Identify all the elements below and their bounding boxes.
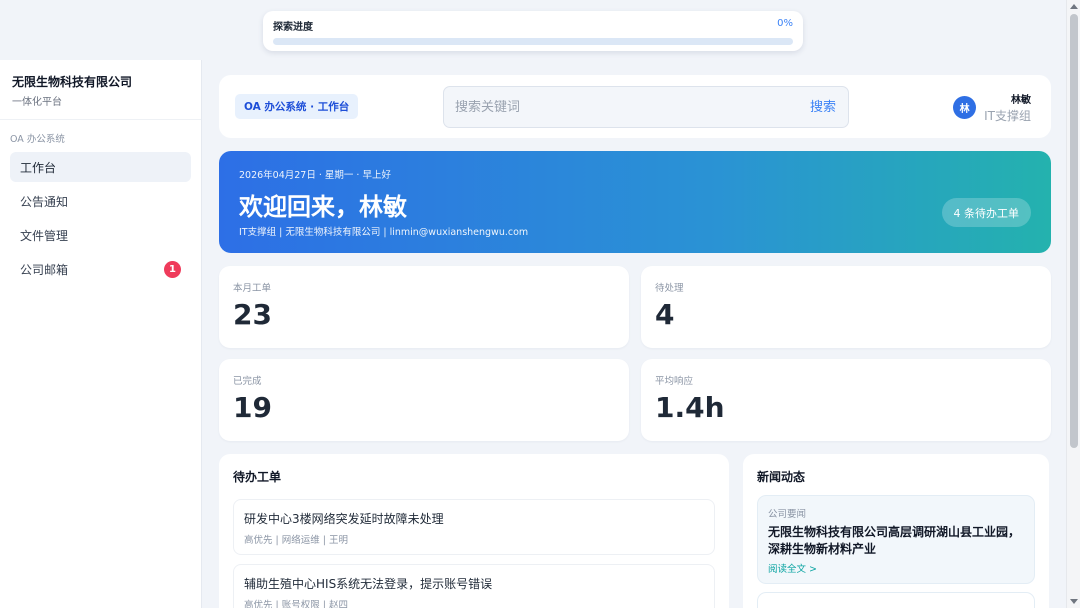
top-header: OA 办公系统 · 工作台 搜索 林 林敏 IT支撑组 xyxy=(219,75,1051,138)
stat-card-completed: 已完成 19 xyxy=(219,359,629,441)
todo-item-title: 研发中心3楼网络突发延时故障未处理 xyxy=(244,512,444,526)
stat-value: 19 xyxy=(233,391,272,424)
read-more-link[interactable]: 阅读全文 > xyxy=(768,561,1024,575)
stat-card-monthly-tickets: 本月工单 23 xyxy=(219,266,629,348)
panel-title: 新闻动态 xyxy=(757,470,806,484)
news-item[interactable] xyxy=(757,592,1035,608)
search-bar: 搜索 xyxy=(443,86,849,128)
todo-item-meta: 高优先 | 账号权限 | 赵四 xyxy=(244,600,348,608)
sidebar-nav: 工作台 公告通知 文件管理 公司邮箱 1 xyxy=(0,152,201,284)
main-content: OA 办公系统 · 工作台 搜索 林 林敏 IT支撑组 2026年04月27日 … xyxy=(219,75,1051,608)
sidebar-item-files[interactable]: 文件管理 xyxy=(10,220,191,250)
sidebar-item-label: 公告通知 xyxy=(20,194,69,209)
news-item[interactable]: 公司要闻 无限生物科技有限公司高层调研湖山县工业园，深耕生物新材料产业 阅读全文… xyxy=(757,495,1035,584)
stat-card-pending: 待处理 4 xyxy=(641,266,1051,348)
todo-item-title: 辅助生殖中心HIS系统无法登录，提示账号错误 xyxy=(244,577,493,591)
sidebar-item-label: 文件管理 xyxy=(20,228,69,243)
brand: 无限生物科技有限公司 一体化平台 xyxy=(0,60,201,120)
stat-label: 已完成 xyxy=(233,376,262,387)
page-scrollbar[interactable] xyxy=(1066,0,1080,608)
sidebar-item-label: 工作台 xyxy=(20,160,57,175)
stat-label: 本月工单 xyxy=(233,283,272,294)
stats-grid: 本月工单 23 待处理 4 已完成 19 平均响应 1.4h xyxy=(219,266,1051,441)
scroll-thumb[interactable] xyxy=(1070,14,1078,448)
stat-value: 4 xyxy=(655,298,675,331)
progress-percent: 0% xyxy=(777,18,793,29)
search-input[interactable] xyxy=(444,99,808,115)
news-panel: 新闻动态 公司要闻 无限生物科技有限公司高层调研湖山县工业园，深耕生物新材料产业… xyxy=(743,454,1049,608)
news-headline: 无限生物科技有限公司高层调研湖山县工业园，深耕生物新材料产业 xyxy=(768,525,1021,556)
user-profile[interactable]: 林 林敏 IT支撑组 xyxy=(953,91,1031,124)
brand-subtitle: 一体化平台 xyxy=(12,97,62,108)
nav-section-title: OA 办公系统 xyxy=(10,134,65,145)
bottom-panels: 待办工单 研发中心3楼网络突发延时故障未处理 高优先 | 网络运维 | 王明 辅… xyxy=(219,454,1051,608)
welcome-greeting: 欢迎回来，林敏 xyxy=(239,193,407,221)
todo-tickets-panel: 待办工单 研发中心3楼网络突发延时故障未处理 高优先 | 网络运维 | 王明 辅… xyxy=(219,454,729,608)
sidebar: 无限生物科技有限公司 一体化平台 OA 办公系统 工作台 公告通知 文件管理 公… xyxy=(0,60,202,608)
mail-unread-badge: 1 xyxy=(164,260,181,278)
todo-item[interactable]: 研发中心3楼网络突发延时故障未处理 高优先 | 网络运维 | 王明 xyxy=(233,499,715,555)
scroll-down-arrow-icon[interactable] xyxy=(1070,599,1078,604)
stat-value: 1.4h xyxy=(655,391,725,424)
sidebar-item-label: 公司邮箱 xyxy=(20,262,69,277)
exploration-progress: 探索进度 0% xyxy=(263,11,803,51)
user-name: 林敏 xyxy=(1011,95,1031,106)
sidebar-item-dashboard[interactable]: 工作台 xyxy=(10,152,191,182)
search-button[interactable]: 搜索 xyxy=(808,98,838,117)
stat-label: 待处理 xyxy=(655,283,684,294)
sidebar-item-announcements[interactable]: 公告通知 xyxy=(10,186,191,216)
welcome-date: 2026年04月27日 · 星期一 · 早上好 xyxy=(239,170,391,181)
brand-name: 无限生物科技有限公司 xyxy=(12,75,133,89)
welcome-user-info: IT支撑组 | 无限生物科技有限公司 | linmin@wuxianshengw… xyxy=(239,227,529,238)
news-category: 公司要闻 xyxy=(768,509,807,520)
panel-title: 待办工单 xyxy=(233,470,282,484)
stat-value: 23 xyxy=(233,298,272,331)
pending-tickets-button[interactable]: 4 条待办工单 xyxy=(941,198,1031,227)
todo-item-meta: 高优先 | 网络运维 | 王明 xyxy=(244,535,348,546)
stat-card-avg-response: 平均响应 1.4h xyxy=(641,359,1051,441)
welcome-banner: 2026年04月27日 · 星期一 · 早上好 欢迎回来，林敏 IT支撑组 | … xyxy=(219,151,1051,253)
progress-label: 探索进度 xyxy=(273,22,313,33)
stat-label: 平均响应 xyxy=(655,376,694,387)
avatar: 林 xyxy=(953,96,977,119)
sidebar-item-mail[interactable]: 公司邮箱 1 xyxy=(10,254,191,284)
user-group: IT支撑组 xyxy=(984,109,1031,123)
scroll-up-arrow-icon[interactable] xyxy=(1070,4,1078,9)
progress-track xyxy=(273,38,793,45)
todo-item[interactable]: 辅助生殖中心HIS系统无法登录，提示账号错误 高优先 | 账号权限 | 赵四 xyxy=(233,564,715,608)
page-chip: OA 办公系统 · 工作台 xyxy=(235,94,359,119)
